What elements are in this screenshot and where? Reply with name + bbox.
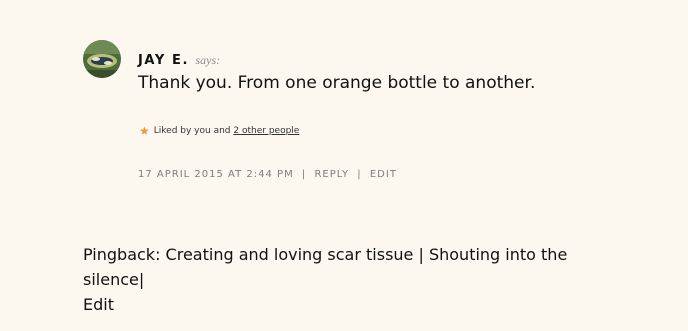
comment-text: Thank you. From one orange bottle to ano… (138, 73, 536, 93)
likes-prefix: Liked by you and (153, 126, 231, 136)
comment-author[interactable]: JAY E. (138, 53, 189, 68)
avatar[interactable] (83, 40, 121, 78)
meta-separator: | (301, 169, 307, 180)
comment-date-link[interactable]: 17 APRIL 2015 AT 2:44 PM (138, 169, 294, 180)
pingback-title: Creating and loving scar tissue (165, 245, 414, 264)
pingback-edit-separator: | (138, 270, 145, 289)
likes-other-people-link[interactable]: 2 other people (233, 126, 299, 136)
comment-author-line: JAY E. says: (138, 51, 220, 69)
comment-meta: 17 APRIL 2015 AT 2:44 PM | REPLY | EDIT (138, 169, 397, 180)
meta-separator: | (357, 169, 362, 180)
pingback-label: Pingback: (83, 245, 161, 264)
pingback: Pingback: Creating and loving scar tissu… (83, 242, 603, 317)
star-icon: ★ (139, 124, 150, 138)
says-label: says: (195, 53, 221, 67)
reply-link[interactable]: REPLY (314, 169, 349, 180)
pingback-edit-link[interactable]: Edit (83, 295, 114, 314)
pingback-separator: | (418, 245, 424, 264)
likes-line: ★ Liked by you and 2 other people (139, 125, 299, 137)
edit-link[interactable]: EDIT (370, 169, 397, 180)
